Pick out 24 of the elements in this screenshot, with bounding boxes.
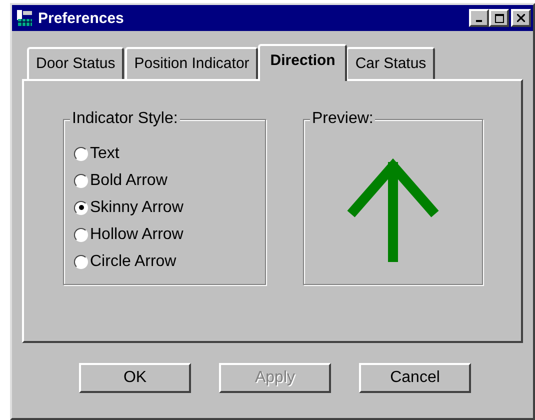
group-title: Indicator Style:: [70, 110, 180, 128]
radio-option[interactable]: Text: [74, 140, 255, 167]
tab[interactable]: Door Status: [27, 47, 124, 79]
radio-button[interactable]: [74, 146, 88, 160]
minimize-button[interactable]: [469, 9, 489, 27]
radio-button[interactable]: [74, 200, 88, 214]
radio-button[interactable]: [74, 254, 88, 268]
maximize-icon: [494, 14, 504, 22]
radio-option[interactable]: Bold Arrow: [74, 167, 255, 194]
maximize-button[interactable]: [489, 9, 509, 27]
tab[interactable]: Direction: [258, 44, 348, 81]
tab[interactable]: Position Indicator: [125, 47, 258, 79]
radio-button[interactable]: [74, 174, 88, 188]
window-title: Preferences: [38, 10, 124, 26]
radio-option[interactable]: Hollow Arrow: [74, 221, 255, 248]
radio-button[interactable]: [74, 228, 88, 242]
dialog-button[interactable]: Cancel: [359, 363, 471, 393]
radio-option[interactable]: Skinny Arrow: [74, 194, 255, 221]
close-button[interactable]: [511, 9, 531, 27]
tab[interactable]: Car Status: [346, 47, 436, 79]
app-icon: [16, 9, 34, 27]
radio-option[interactable]: Circle Arrow: [74, 248, 255, 275]
close-icon: [517, 14, 525, 22]
dialog-button[interactable]: OK: [79, 363, 191, 393]
